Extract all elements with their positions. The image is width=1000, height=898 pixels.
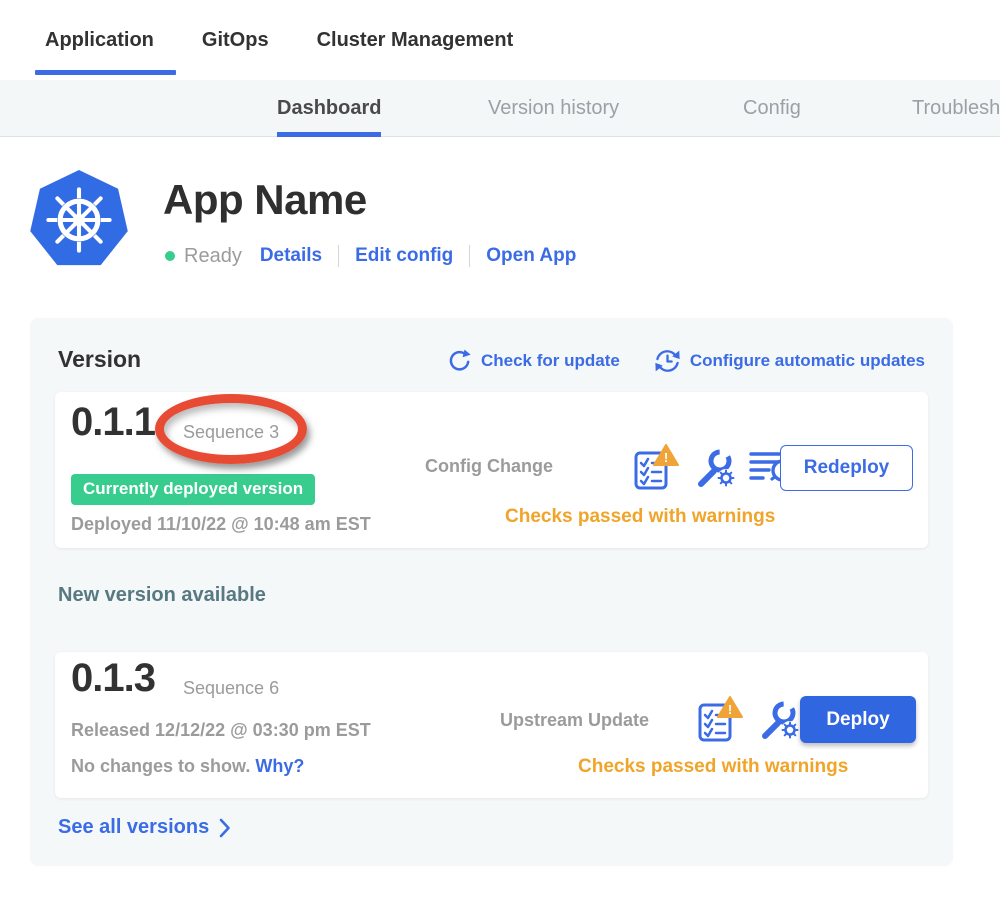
tab-version-history[interactable]: Version history xyxy=(488,80,619,137)
preflight-checks-warning-icon[interactable]: ! xyxy=(697,696,743,742)
svg-text:!: ! xyxy=(664,450,668,465)
tab-dashboard[interactable]: Dashboard xyxy=(277,80,381,137)
app-status-text: Ready xyxy=(184,245,242,268)
tab-troubleshoot[interactable]: Troubleshoot xyxy=(912,80,1000,137)
available-version-check-icons: ! xyxy=(697,696,799,742)
admin-console-screen: Application GitOps Cluster Management Da… xyxy=(0,0,1000,898)
current-version-check-icons: ! xyxy=(633,444,795,490)
top-nav-item-cluster-management[interactable]: Cluster Management xyxy=(317,0,514,80)
edit-config-link[interactable]: Edit config xyxy=(355,245,453,267)
app-status-row: Ready Details Edit config Open App xyxy=(165,243,576,269)
kubernetes-logo-icon xyxy=(28,168,130,270)
configure-automatic-updates-link[interactable]: Configure automatic updates xyxy=(654,348,925,374)
check-for-update-label: Check for update xyxy=(481,351,620,371)
top-nav-item-application[interactable]: Application xyxy=(45,0,154,80)
page-title: App Name xyxy=(163,176,367,224)
open-app-link[interactable]: Open App xyxy=(486,245,576,267)
configure-automatic-updates-label: Configure automatic updates xyxy=(690,351,925,371)
divider xyxy=(469,245,470,267)
deployed-timestamp: Deployed 11/10/22 @ 10:48 am EST xyxy=(71,514,371,535)
config-wrench-icon[interactable] xyxy=(693,446,735,488)
divider xyxy=(338,245,339,267)
current-version-sequence: Sequence 3 xyxy=(183,422,279,443)
app-sub-nav: Dashboard Version history Config Trouble… xyxy=(0,80,1000,137)
redeploy-button[interactable]: Redeploy xyxy=(780,445,913,491)
version-heading: Version xyxy=(58,346,141,373)
available-version-sequence: Sequence 6 xyxy=(183,678,279,699)
checks-warning-text: Checks passed with warnings xyxy=(505,506,775,528)
see-all-versions-link[interactable]: See all versions xyxy=(58,816,231,839)
no-changes-text: No changes to show. xyxy=(71,756,250,776)
checks-warning-text: Checks passed with warnings xyxy=(578,756,848,778)
version-actions: Check for update Configure automatic upd… xyxy=(447,348,925,374)
new-version-available-heading: New version available xyxy=(58,584,266,607)
refresh-icon xyxy=(447,349,472,374)
details-link[interactable]: Details xyxy=(260,245,322,267)
top-nav-item-gitops[interactable]: GitOps xyxy=(202,0,269,80)
no-changes-line: No changes to show. Why? xyxy=(71,756,304,777)
why-link[interactable]: Why? xyxy=(255,756,304,776)
version-section: Version Check for update Configure autom… xyxy=(30,318,953,866)
top-nav: Application GitOps Cluster Management xyxy=(0,0,1000,80)
currently-deployed-badge: Currently deployed version xyxy=(71,474,315,505)
see-all-versions-label: See all versions xyxy=(58,816,209,839)
version-source-label: Upstream Update xyxy=(500,710,649,731)
config-wrench-icon[interactable] xyxy=(757,698,799,740)
available-version-card: 0.1.3 Sequence 6 Released 12/12/22 @ 03:… xyxy=(55,652,928,798)
released-timestamp: Released 12/12/22 @ 03:30 pm EST xyxy=(71,720,371,741)
tab-config[interactable]: Config xyxy=(743,80,801,137)
ready-status-dot-icon xyxy=(165,251,175,261)
version-source-label: Config Change xyxy=(425,456,553,477)
current-version-number: 0.1.1 xyxy=(71,400,155,445)
chevron-right-icon xyxy=(219,818,231,838)
check-for-update-link[interactable]: Check for update xyxy=(447,349,620,374)
auto-update-clock-icon xyxy=(654,348,681,374)
current-version-card: 0.1.1 Sequence 3 Currently deployed vers… xyxy=(55,392,928,548)
available-version-number: 0.1.3 xyxy=(71,656,155,701)
svg-text:!: ! xyxy=(728,702,732,717)
deploy-button[interactable]: Deploy xyxy=(800,696,916,743)
preflight-checks-warning-icon[interactable]: ! xyxy=(633,444,679,490)
